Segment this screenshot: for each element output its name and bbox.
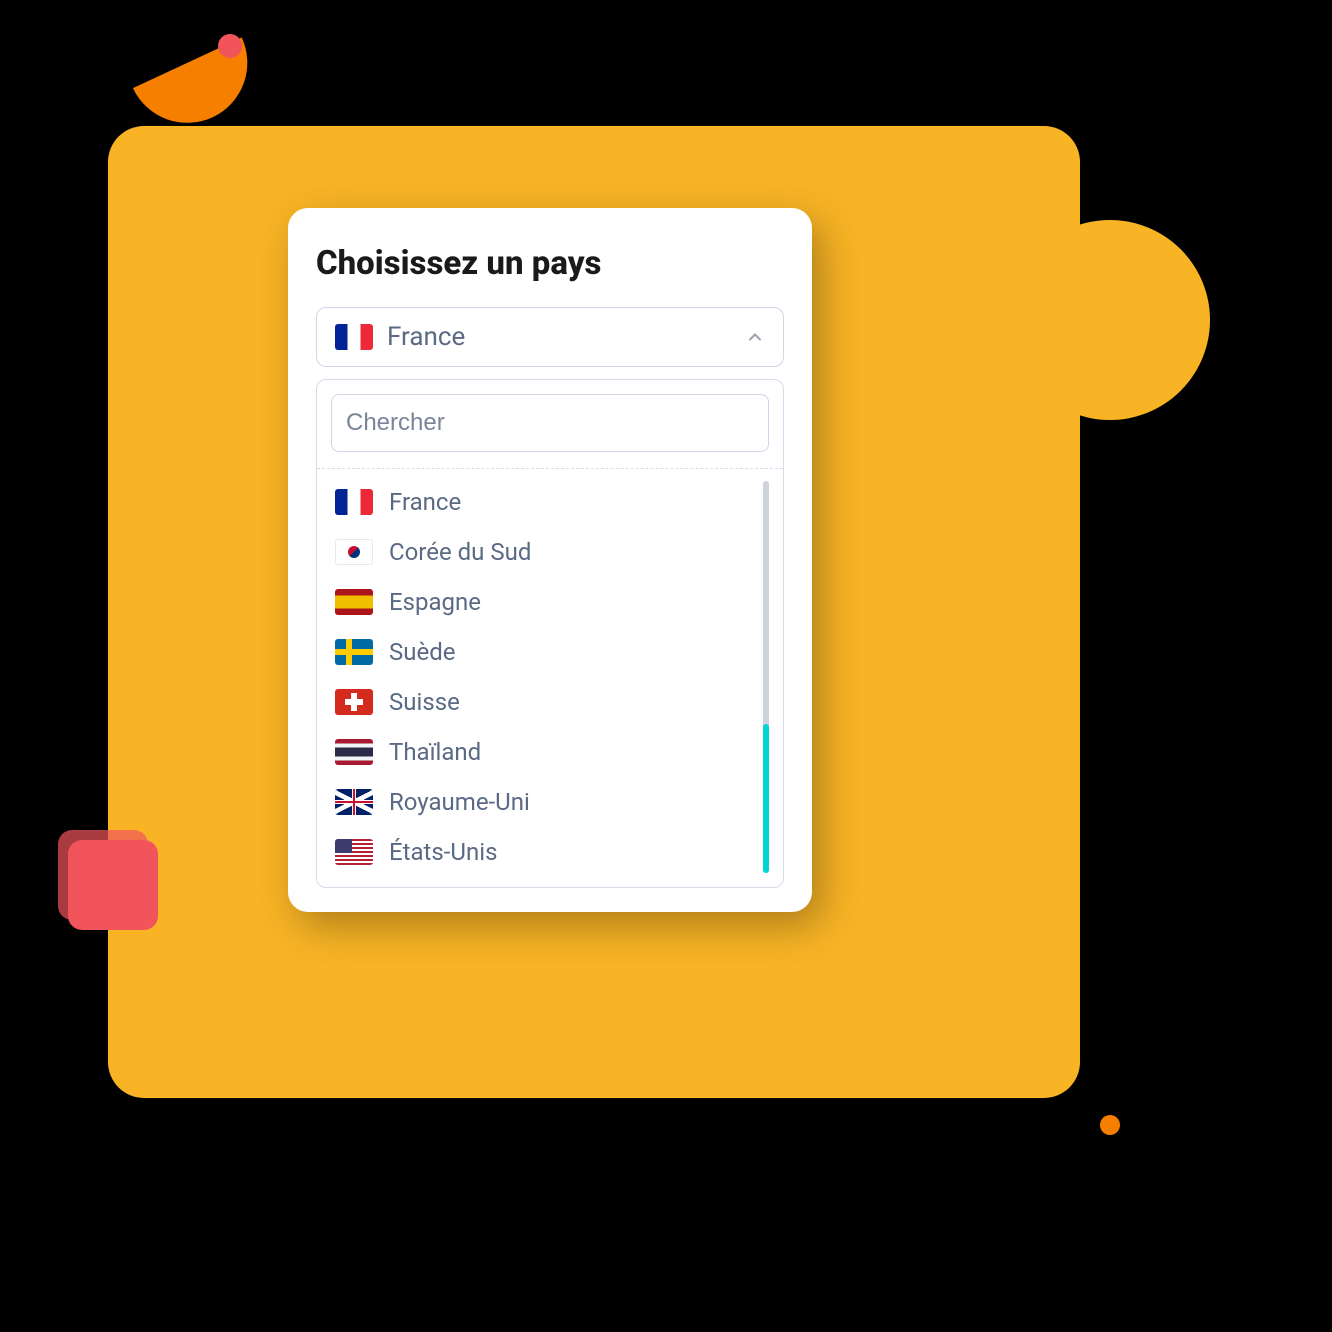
flag-switzerland-icon	[335, 689, 373, 715]
decorative-dot-orange	[1100, 1115, 1120, 1135]
flag-south-korea-icon	[335, 539, 373, 565]
option-spain[interactable]: Espagne	[331, 577, 755, 627]
country-select[interactable]: France	[316, 307, 784, 367]
flag-united-states-icon	[335, 839, 373, 865]
flag-sweden-icon	[335, 639, 373, 665]
card-title: Choisissez un pays	[316, 244, 784, 283]
flag-thailand-icon	[335, 739, 373, 765]
flag-spain-icon	[335, 589, 373, 615]
flag-france-icon	[335, 324, 373, 350]
option-switzerland[interactable]: Suisse	[331, 677, 755, 727]
search-input[interactable]	[331, 394, 769, 452]
option-south-korea[interactable]: Corée du Sud	[331, 527, 755, 577]
option-label: Corée du Sud	[389, 538, 531, 566]
divider	[317, 468, 783, 469]
option-united-kingdom[interactable]: Royaume-Uni	[331, 777, 755, 827]
option-label: Espagne	[389, 588, 481, 616]
dropdown-panel: France Corée du Sud Espagne Suède Suisse	[316, 379, 784, 888]
scrollbar-thumb[interactable]	[763, 724, 769, 873]
chevron-up-icon	[745, 327, 765, 347]
decorative-dot-pink	[218, 34, 242, 58]
country-picker-card: Choisissez un pays France France Corée d…	[288, 208, 812, 912]
option-label: Thaïland	[389, 738, 481, 766]
options-list: France Corée du Sud Espagne Suède Suisse	[331, 477, 763, 877]
option-sweden[interactable]: Suède	[331, 627, 755, 677]
option-label: Royaume-Uni	[389, 788, 530, 816]
option-label: Suède	[389, 638, 455, 666]
option-france[interactable]: France	[331, 477, 755, 527]
scrollbar-track[interactable]	[763, 481, 769, 873]
option-label: États-Unis	[389, 838, 497, 866]
option-label: France	[389, 488, 461, 516]
selected-country-label: France	[387, 322, 745, 352]
flag-united-kingdom-icon	[335, 789, 373, 815]
decorative-square-red-front	[68, 840, 158, 930]
option-thailand[interactable]: Thaïland	[331, 727, 755, 777]
option-united-states[interactable]: États-Unis	[331, 827, 755, 877]
flag-france-icon	[335, 489, 373, 515]
option-label: Suisse	[389, 688, 460, 716]
decorative-circle	[1010, 220, 1210, 420]
